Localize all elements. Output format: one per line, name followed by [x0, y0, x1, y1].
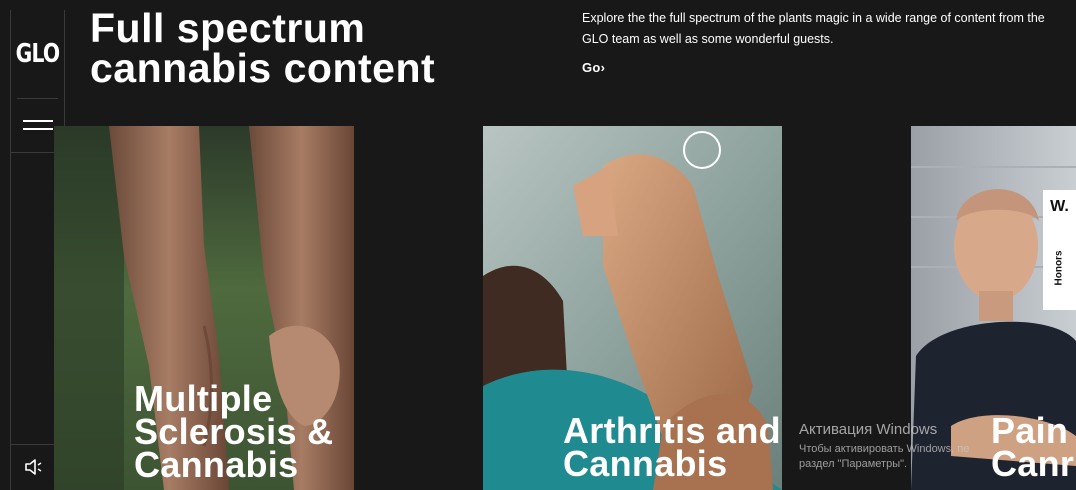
card-title-line: Cannabis [563, 443, 728, 484]
page-title-line: Full spectrum [90, 5, 366, 51]
page-title: Full spectrum cannabis content [90, 5, 436, 91]
card-title: Arthritis and Cannabis [563, 413, 781, 484]
page-title-line: cannabis content [90, 45, 436, 91]
cursor-circle [683, 131, 721, 169]
card-title: Pain Canr [991, 413, 1075, 484]
awards-badge[interactable]: W. Honors [1043, 190, 1076, 310]
watermark-title: Активация Windows [799, 421, 938, 438]
card-title-line: Canr [991, 443, 1075, 484]
watermark-text: Чтобы активировать Windows, пе [799, 443, 970, 455]
windows-activation-watermark: Активация Windows Чтобы активировать Win… [799, 421, 969, 472]
content-card-arthritis[interactable]: Arthritis and Cannabis [483, 126, 782, 490]
awards-logo: W. [1050, 198, 1069, 215]
hamburger-icon [23, 128, 53, 130]
awards-label: Honors [1053, 250, 1065, 286]
glo-logo[interactable]: GLO [16, 10, 60, 99]
content-card-multiple-sclerosis[interactable]: Multiple Sclerosis & Cannabis [54, 126, 354, 490]
card-title: Multiple Sclerosis & Cannabis [134, 381, 333, 485]
watermark-text: раздел "Параметры". [799, 458, 908, 470]
card-title-line: Cannabis [134, 444, 299, 485]
go-link[interactable]: Go› [582, 60, 605, 75]
hero-description: Explore the the full spectrum of the pla… [582, 11, 1045, 46]
speaker-icon [25, 459, 42, 475]
hamburger-icon [23, 120, 53, 122]
